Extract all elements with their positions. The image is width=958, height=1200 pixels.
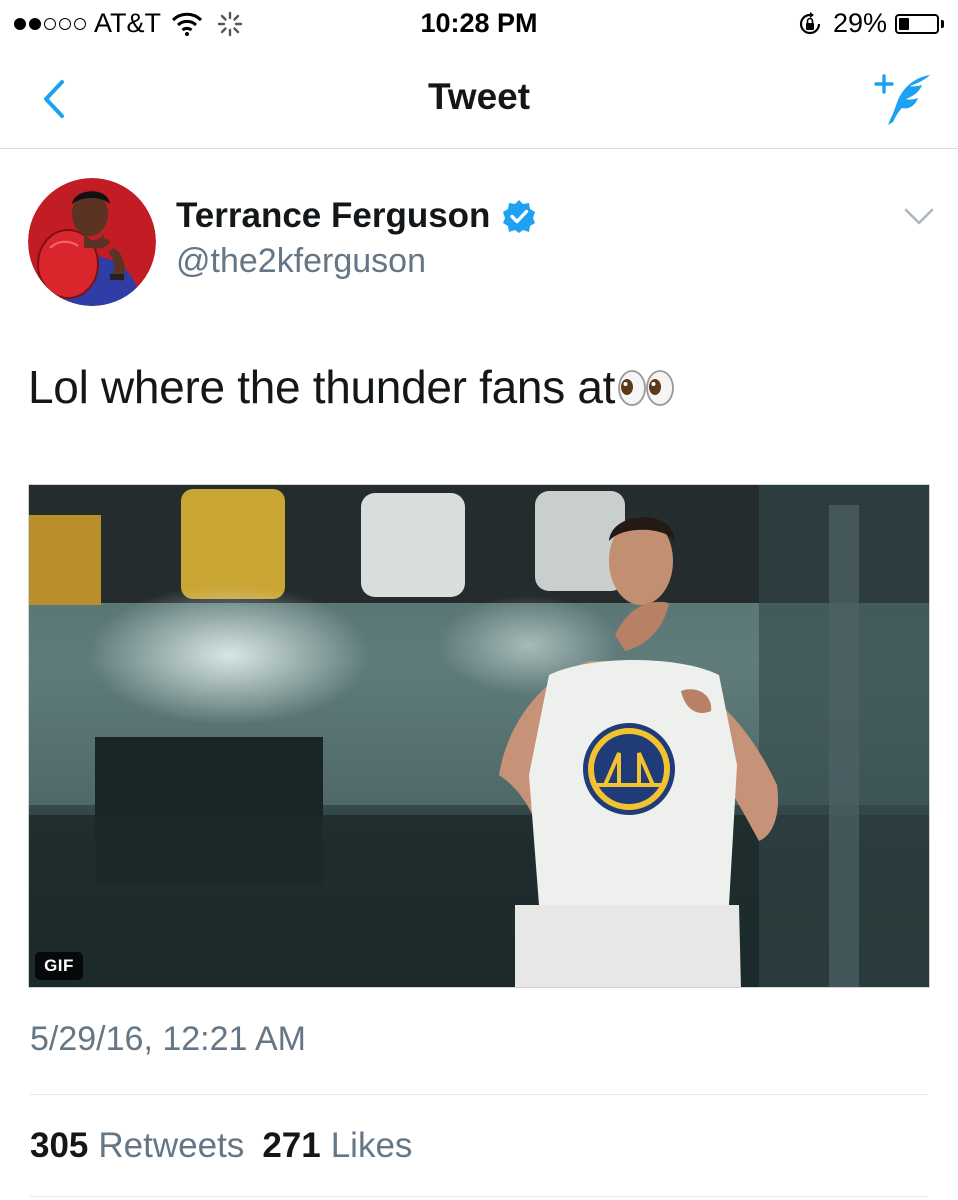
tweet-text-content: Lol where the thunder fans at — [28, 361, 616, 413]
likes-count[interactable]: 271 — [262, 1126, 320, 1166]
battery-icon — [895, 13, 939, 34]
battery-tip — [941, 19, 944, 28]
rotation-lock-icon — [799, 11, 821, 34]
divider-line — [30, 1196, 928, 1197]
tweet-media-gif[interactable] — [28, 484, 930, 988]
retweets-count[interactable]: 305 — [30, 1126, 88, 1166]
gif-frame-image — [29, 485, 929, 987]
status-bar: AT&T 10:28 PM 29% — [0, 0, 958, 50]
author-name-text: Terrance Ferguson — [176, 196, 491, 235]
author-name[interactable]: Terrance Ferguson — [176, 196, 536, 236]
battery-level-fill — [899, 17, 909, 30]
retweets-label[interactable]: Retweets — [98, 1126, 244, 1166]
tweet-stats: 305 Retweets 271 Likes — [30, 1126, 430, 1166]
likes-label[interactable]: Likes — [331, 1126, 413, 1166]
battery-percent: 29% — [832, 8, 887, 38]
chevron-down-icon[interactable] — [903, 206, 935, 228]
profile-avatar[interactable] — [28, 178, 156, 306]
author-handle[interactable]: @the2kferguson — [176, 242, 426, 281]
eyes-emoji-icon — [618, 370, 675, 406]
tweet-timestamp: 5/29/16, 12:21 AM — [30, 1020, 306, 1058]
gif-badge: GIF — [35, 952, 83, 980]
tweet-text: Lol where the thunder fans at — [28, 360, 675, 414]
status-right: 29% — [797, 8, 944, 39]
verified-badge-icon — [503, 200, 536, 233]
divider-line — [30, 1094, 928, 1095]
nav-bar: Tweet — [0, 50, 958, 149]
nav-title: Tweet — [427, 76, 531, 117]
compose-tweet-icon[interactable] — [872, 72, 934, 128]
